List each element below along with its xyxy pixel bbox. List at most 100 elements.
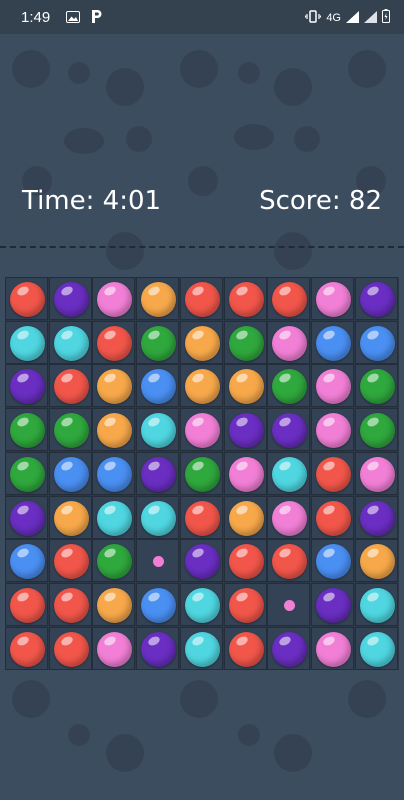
orange-ball[interactable] [184, 325, 220, 361]
board-cell[interactable] [267, 364, 311, 408]
board-cell[interactable] [5, 320, 48, 364]
board-cell[interactable] [223, 626, 267, 670]
board-cell[interactable] [48, 582, 92, 626]
cyan-ball[interactable] [184, 587, 220, 623]
pink-ball[interactable] [315, 369, 351, 405]
purple-ball[interactable] [359, 500, 395, 536]
board-cell[interactable] [354, 539, 398, 583]
pink-ball[interactable] [359, 456, 395, 492]
green-ball[interactable] [10, 456, 45, 492]
orange-ball[interactable] [97, 369, 133, 405]
board-cell[interactable] [267, 277, 311, 320]
board-cell[interactable] [310, 626, 354, 670]
purple-ball[interactable] [228, 413, 264, 449]
board-cell[interactable] [267, 320, 311, 364]
board-cell[interactable] [267, 582, 311, 626]
board-cell[interactable] [5, 539, 48, 583]
pink-ball[interactable] [97, 631, 133, 667]
pink-ball[interactable] [228, 456, 264, 492]
board-cell[interactable] [92, 277, 136, 320]
board-cell[interactable] [136, 539, 180, 583]
board-cell[interactable] [223, 451, 267, 495]
cyan-ball[interactable] [272, 456, 308, 492]
board-cell[interactable] [310, 582, 354, 626]
board-cell[interactable] [5, 626, 48, 670]
red-ball[interactable] [315, 500, 351, 536]
red-ball[interactable] [184, 282, 220, 317]
red-ball[interactable] [53, 369, 89, 405]
green-ball[interactable] [141, 325, 177, 361]
board-cell[interactable] [267, 495, 311, 539]
board-cell[interactable] [92, 408, 136, 452]
green-ball[interactable] [359, 413, 395, 449]
cyan-ball[interactable] [141, 413, 177, 449]
board-cell[interactable] [354, 408, 398, 452]
board-cell[interactable] [310, 495, 354, 539]
purple-ball[interactable] [141, 456, 177, 492]
board-cell[interactable] [223, 320, 267, 364]
board-cell[interactable] [267, 408, 311, 452]
orange-ball[interactable] [141, 282, 177, 317]
board-cell[interactable] [310, 451, 354, 495]
purple-ball[interactable] [184, 544, 220, 580]
red-ball[interactable] [315, 456, 351, 492]
board-cell[interactable] [136, 582, 180, 626]
board-cell[interactable] [267, 539, 311, 583]
red-ball[interactable] [228, 587, 264, 623]
board-cell[interactable] [5, 364, 48, 408]
board-cell[interactable] [48, 408, 92, 452]
cyan-ball[interactable] [184, 631, 220, 667]
board-cell[interactable] [92, 495, 136, 539]
red-ball[interactable] [228, 544, 264, 580]
board-cell[interactable] [223, 495, 267, 539]
board-cell[interactable] [354, 364, 398, 408]
blue-ball[interactable] [315, 544, 351, 580]
blue-ball[interactable] [53, 456, 89, 492]
orange-ball[interactable] [53, 500, 89, 536]
board-cell[interactable] [354, 495, 398, 539]
board-cell[interactable] [310, 277, 354, 320]
green-ball[interactable] [228, 325, 264, 361]
blue-ball[interactable] [10, 544, 45, 580]
cyan-ball[interactable] [359, 587, 395, 623]
red-ball[interactable] [53, 544, 89, 580]
pink-ball[interactable] [97, 282, 133, 317]
green-ball[interactable] [184, 456, 220, 492]
green-ball[interactable] [97, 544, 133, 580]
red-ball[interactable] [228, 631, 264, 667]
red-ball[interactable] [53, 587, 89, 623]
board-cell[interactable] [223, 539, 267, 583]
board-cell[interactable] [354, 582, 398, 626]
board-cell[interactable] [92, 320, 136, 364]
orange-ball[interactable] [228, 500, 264, 536]
board-cell[interactable] [92, 451, 136, 495]
board-cell[interactable] [48, 277, 92, 320]
board-cell[interactable] [267, 626, 311, 670]
red-ball[interactable] [97, 325, 133, 361]
board-cell[interactable] [5, 495, 48, 539]
orange-ball[interactable] [359, 544, 395, 580]
red-ball[interactable] [272, 282, 308, 317]
orange-ball[interactable] [97, 587, 133, 623]
board-cell[interactable] [354, 451, 398, 495]
red-ball[interactable] [10, 631, 45, 667]
cyan-ball[interactable] [53, 325, 89, 361]
board-cell[interactable] [136, 451, 180, 495]
blue-ball[interactable] [315, 325, 351, 361]
blue-ball[interactable] [97, 456, 133, 492]
purple-ball[interactable] [10, 369, 45, 405]
board-cell[interactable] [179, 320, 223, 364]
green-ball[interactable] [272, 369, 308, 405]
board-cell[interactable] [92, 539, 136, 583]
board-cell[interactable] [5, 451, 48, 495]
red-ball[interactable] [272, 544, 308, 580]
pink-ball[interactable] [272, 500, 308, 536]
board-cell[interactable] [136, 408, 180, 452]
board-cell[interactable] [48, 364, 92, 408]
board-cell[interactable] [48, 626, 92, 670]
board-cell[interactable] [354, 626, 398, 670]
cyan-ball[interactable] [359, 631, 395, 667]
board-cell[interactable] [267, 451, 311, 495]
red-ball[interactable] [10, 282, 45, 317]
purple-ball[interactable] [359, 282, 395, 317]
